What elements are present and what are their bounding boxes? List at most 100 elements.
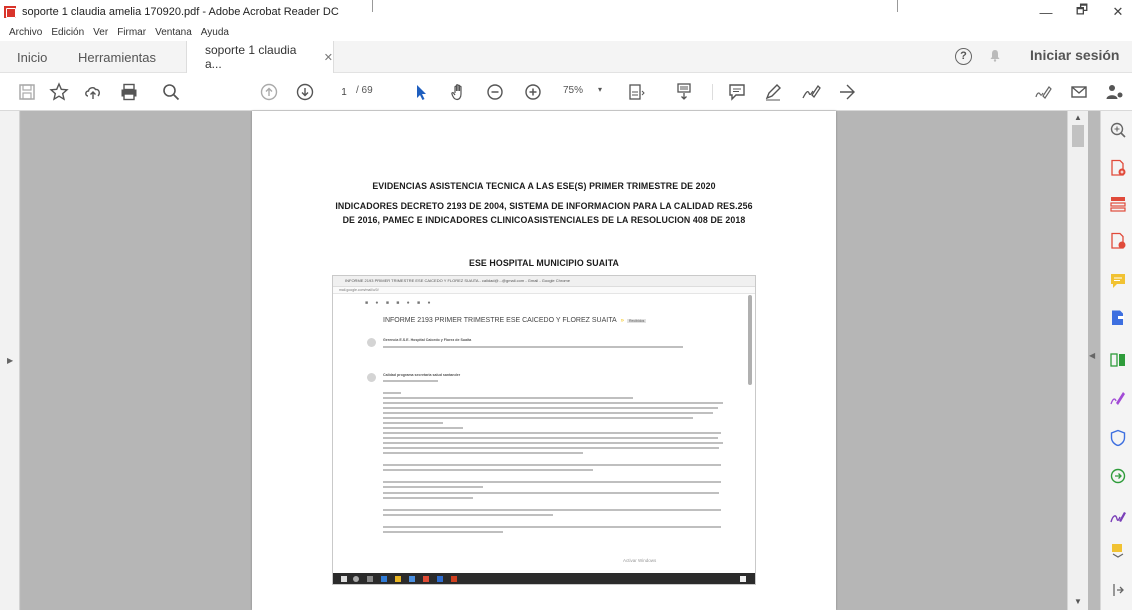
right-tools-panel xyxy=(1100,111,1132,610)
tab-inicio[interactable]: Inicio xyxy=(17,41,47,73)
fill-sign-icon[interactable] xyxy=(1032,81,1054,103)
text-line xyxy=(383,514,553,516)
text-line xyxy=(383,437,718,439)
combine-files-icon[interactable] xyxy=(1109,351,1127,369)
text-line xyxy=(383,412,713,414)
text-line xyxy=(383,531,503,533)
scroll-up-icon[interactable]: ▲ xyxy=(1074,113,1082,122)
main-toolbar: 1 / 69 75% ▾ xyxy=(0,73,1132,111)
close-tab-icon[interactable]: ✕ xyxy=(324,51,333,64)
help-icon[interactable]: ? xyxy=(955,48,972,65)
expand-panel-icon[interactable] xyxy=(1109,581,1127,599)
pdf-page: EVIDENCIAS ASISTENCIA TECNICA A LAS ESE(… xyxy=(252,111,836,610)
protect-icon[interactable] xyxy=(1109,429,1127,447)
save-icon[interactable] xyxy=(16,81,38,103)
search-icon[interactable] xyxy=(160,81,182,103)
menu-ventana[interactable]: Ventana xyxy=(155,27,192,38)
previous-page-icon[interactable] xyxy=(258,81,280,103)
scroll-mode-icon[interactable] xyxy=(673,81,695,103)
divider xyxy=(372,0,373,12)
inbox-badge: Recibidos xyxy=(627,319,647,323)
chrome-icon xyxy=(423,576,429,582)
text-line xyxy=(383,346,683,348)
sign-icon[interactable] xyxy=(800,81,822,103)
avatar xyxy=(367,338,376,347)
email-subject-text: INFORME 2193 PRIMER TRIMESTRE ESE CAICED… xyxy=(383,317,617,324)
page-number-input[interactable]: 1 xyxy=(334,83,354,101)
tab-document-label: soporte 1 claudia a... xyxy=(205,43,297,71)
start-icon xyxy=(341,576,347,582)
screenshot-scrollbar xyxy=(748,295,752,385)
star-icon[interactable] xyxy=(48,81,70,103)
menu-ayuda[interactable]: Ayuda xyxy=(201,27,229,38)
acrobat-icon xyxy=(451,576,457,582)
bell-icon[interactable] xyxy=(989,49,1001,62)
edit-pdf-icon[interactable] xyxy=(1109,309,1127,327)
zoom-out-icon[interactable] xyxy=(484,81,506,103)
importance-icon: » xyxy=(620,318,624,324)
user-share-icon[interactable] xyxy=(1104,81,1126,103)
export-pdf-icon[interactable] xyxy=(1109,232,1127,250)
more-tools-icon[interactable] xyxy=(1109,541,1127,559)
text-line xyxy=(383,464,721,466)
organize-pages-icon[interactable] xyxy=(1109,195,1127,213)
folder-icon xyxy=(395,576,401,582)
share-icon[interactable] xyxy=(836,81,858,103)
menu-edicion[interactable]: Edición xyxy=(51,27,84,38)
highlight-pen-icon[interactable] xyxy=(762,81,784,103)
tab-herramientas[interactable]: Herramientas xyxy=(78,41,156,73)
text-line xyxy=(383,407,718,409)
send-for-review-icon[interactable] xyxy=(1109,467,1127,485)
text-line xyxy=(383,447,719,449)
menu-firmar[interactable]: Firmar xyxy=(117,27,146,38)
zoom-icon[interactable] xyxy=(1109,121,1127,139)
text-line xyxy=(383,392,401,394)
menu-archivo[interactable]: Archivo xyxy=(9,27,42,38)
text-line xyxy=(383,497,473,499)
maximize-button[interactable]: 🗗 xyxy=(1064,0,1100,24)
fill-sign-tool-icon[interactable] xyxy=(1109,389,1127,407)
text-line xyxy=(383,492,719,494)
select-cursor-icon[interactable] xyxy=(410,81,432,103)
scrollbar-thumb[interactable] xyxy=(1072,125,1084,147)
hand-tool-icon[interactable] xyxy=(448,81,470,103)
close-window-button[interactable]: ✕ xyxy=(1100,0,1132,24)
search-icon xyxy=(353,576,359,582)
minimize-button[interactable]: — xyxy=(1028,0,1064,24)
embedded-screenshot: INFORME 2193 PRIMER TRIMESTRE ESE CAICED… xyxy=(332,275,756,585)
text-line xyxy=(383,469,593,471)
email-sender: Gerencia E.S.E. Hospital Caicedo y Flore… xyxy=(383,338,472,342)
menu-ver[interactable]: Ver xyxy=(93,27,108,38)
expand-panel-icon[interactable]: ▶ xyxy=(7,356,13,365)
screenshot-toolbar-icons: ■ ● ■ ■ ● ■ ● xyxy=(365,300,434,306)
create-pdf-icon[interactable] xyxy=(1109,159,1127,177)
page-heading: EVIDENCIAS ASISTENCIA TECNICA A LAS ESE(… xyxy=(372,181,716,191)
screenshot-taskbar xyxy=(333,573,755,584)
text-line xyxy=(383,422,443,424)
chevron-down-icon[interactable]: ▾ xyxy=(598,85,602,94)
windows-watermark: Activar Windows xyxy=(623,558,657,563)
comment-icon[interactable] xyxy=(726,81,748,103)
text-line xyxy=(383,486,483,488)
fit-page-icon[interactable] xyxy=(625,81,647,103)
menu-bar: Archivo Edición Ver Firmar Ventana Ayuda xyxy=(0,24,229,40)
email-icon[interactable] xyxy=(1068,81,1090,103)
vertical-scrollbar[interactable]: ▲ ▼ xyxy=(1067,111,1088,610)
page-subheading-line1: INDICADORES DECRETO 2193 DE 2004, SISTEM… xyxy=(335,201,753,211)
text-line xyxy=(383,397,633,399)
scroll-down-icon[interactable]: ▼ xyxy=(1074,597,1082,606)
next-page-icon[interactable] xyxy=(294,81,316,103)
signature-tool-icon[interactable] xyxy=(1109,507,1127,525)
tab-document[interactable]: soporte 1 claudia a... ✕ xyxy=(186,41,334,73)
screenshot-address: mail.google.com/mail/u/0/ xyxy=(339,288,379,292)
print-icon[interactable] xyxy=(118,81,140,103)
zoom-level-dropdown[interactable]: 75% xyxy=(563,85,583,96)
comment-tool-icon[interactable] xyxy=(1109,272,1127,290)
screenshot-titlebar: INFORME 2193 PRIMER TRIMESTRE ESE CAICED… xyxy=(333,276,755,287)
window-title: soporte 1 claudia amelia 170920.pdf - Ad… xyxy=(22,6,339,18)
zoom-in-icon[interactable] xyxy=(522,81,544,103)
upload-cloud-icon[interactable] xyxy=(82,81,104,103)
signin-button[interactable]: Iniciar sesión xyxy=(1030,47,1119,63)
collapse-tools-icon[interactable]: ◀ xyxy=(1089,351,1095,360)
acrobat-app-icon xyxy=(4,6,16,18)
